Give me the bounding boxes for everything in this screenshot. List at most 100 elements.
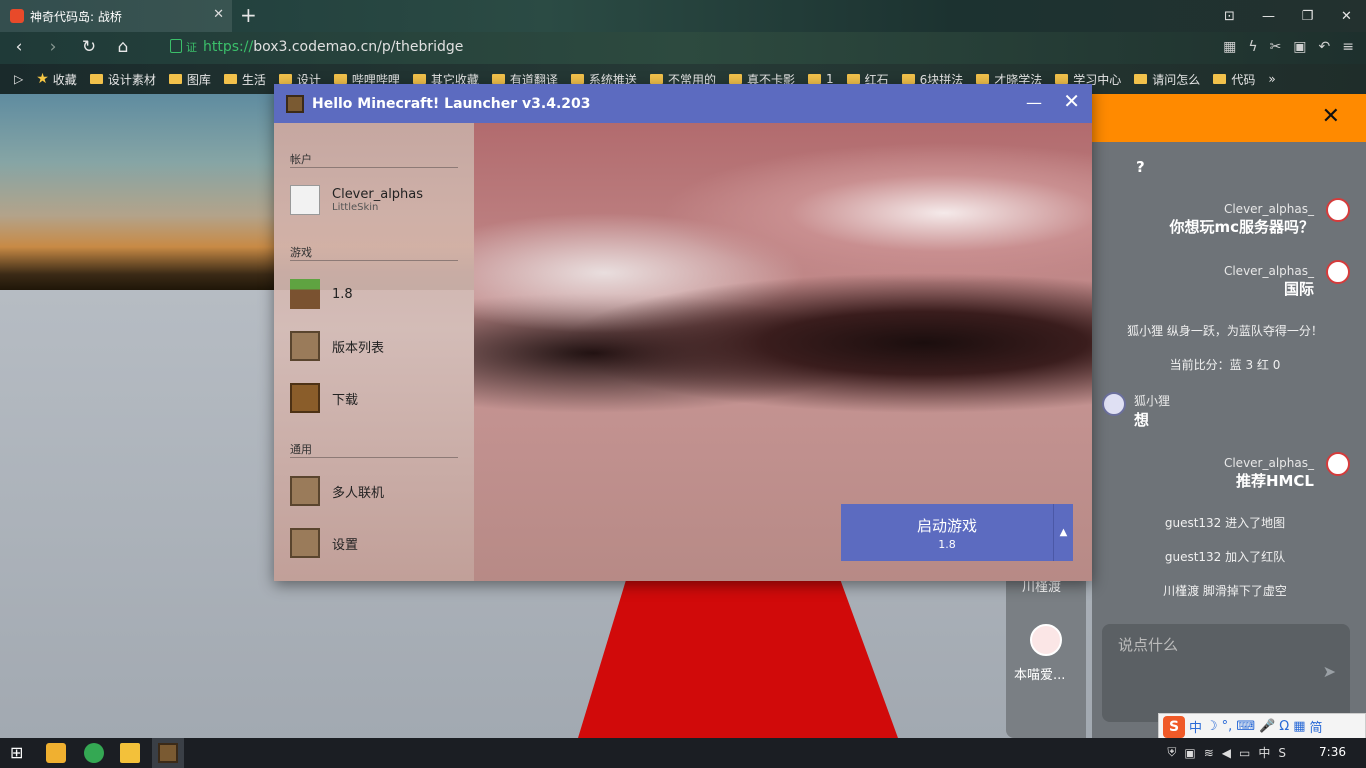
tray-app-icon[interactable]: ▣ [1184, 746, 1195, 760]
address-bar: ‹ › ↻ ⌂ 证 https://box3.codemao.cn/p/thebr… [0, 32, 1366, 64]
version-list-label: 版本列表 [332, 340, 385, 356]
input-language-indicator[interactable]: 中 [1258, 744, 1270, 761]
file-explorer-icon[interactable] [120, 743, 140, 763]
section-general-label: 通用 [290, 443, 312, 456]
chat-message: Clever_alphas_ 国际 [1092, 260, 1350, 299]
star-icon: ★ [36, 71, 49, 87]
maximize-button[interactable]: ❐ [1288, 0, 1327, 32]
launcher-minimize-button[interactable]: — [1026, 93, 1042, 112]
chat-message-text: ? [1136, 158, 1145, 176]
wifi-icon[interactable]: ≋ [1204, 746, 1214, 760]
ime-simplified-mode[interactable]: 简 [1310, 717, 1323, 736]
url-path: box3.codemao.cn/p/thebridge [253, 39, 464, 55]
command-block-icon [290, 476, 320, 506]
windows-start-icon[interactable]: ⊞ [10, 743, 30, 763]
chat-message-text: 你想玩mc服务器吗？ [1169, 218, 1314, 236]
ime-omega-icon[interactable]: Ω [1279, 719, 1289, 734]
apps-icon[interactable]: ▣ [1293, 39, 1306, 55]
menu-icon[interactable]: ≡ [1342, 39, 1354, 55]
bookmark-item[interactable]: 请问怎么 [1134, 71, 1200, 88]
folder-icon [278, 74, 292, 84]
launch-main[interactable]: 启动游戏 1.8 [841, 504, 1053, 561]
section-account-label: 帐户 [290, 153, 312, 166]
clock[interactable]: 7:36 [1319, 745, 1346, 759]
bookmark-item[interactable]: 生活 [223, 71, 266, 88]
bookmarks-toggle-icon[interactable]: ▷ [14, 72, 23, 86]
chat-input-placeholder: 说点什么 [1118, 636, 1179, 654]
browser-app-icon[interactable] [84, 743, 104, 763]
bookmark-item[interactable]: 图库 [168, 71, 211, 88]
score-message: 当前比分：蓝 3 红 0 [1169, 358, 1281, 372]
reload-icon[interactable]: ↻ [78, 37, 100, 57]
browser-tab[interactable]: 神奇代码岛: 战桥 ✕ [0, 0, 232, 32]
ime-chinese-mode[interactable]: 中 [1189, 717, 1202, 736]
launcher-title: Hello Minecraft! Launcher v3.4.203 [312, 95, 591, 112]
bookmarks-more-button[interactable]: » [1268, 72, 1275, 86]
app-icon[interactable] [46, 743, 66, 763]
launch-game-button[interactable]: 启动游戏 1.8 ▲ [841, 504, 1073, 561]
minimize-button[interactable]: — [1249, 0, 1288, 32]
back-icon[interactable]: ‹ [8, 37, 30, 57]
settings-block-icon [290, 528, 320, 558]
scissors-icon[interactable]: ✂ [1270, 39, 1282, 55]
ime-microphone-icon[interactable]: 🎤 [1259, 719, 1275, 734]
bookmark-favorites[interactable]: ★ 收藏 [36, 71, 77, 88]
taskbar: ⊞ ⛨ ▣ ≋ ◀ ▭ 中 S 7:36 [0, 738, 1366, 768]
sogou-ime-icon[interactable]: S [1163, 715, 1185, 738]
launch-label: 启动游戏 [916, 516, 977, 535]
url-field[interactable]: 证 https://box3.codemao.cn/p/thebridge [170, 39, 463, 55]
multiplayer-item[interactable]: 多人联机 [290, 476, 384, 506]
user-avatar[interactable] [1326, 260, 1350, 284]
certificate-icon [170, 39, 182, 53]
close-window-button[interactable]: ✕ [1327, 0, 1366, 32]
folder-icon [89, 74, 103, 84]
launcher-close-button[interactable]: ✕ [1063, 89, 1080, 113]
download-label: 下载 [332, 392, 359, 408]
account-item[interactable]: Clever_alphas LittleSkin [290, 185, 423, 215]
crafting-table-icon [286, 94, 304, 113]
chat-username: Clever_alphas_ [1223, 202, 1314, 216]
account-source: LittleSkin [332, 202, 379, 213]
tab-close-icon[interactable]: ✕ [213, 7, 224, 22]
sogou-tray-icon[interactable]: S [1278, 746, 1286, 760]
chest-icon [290, 383, 320, 413]
folder-icon [1213, 74, 1227, 84]
lightning-icon[interactable]: ϟ [1248, 39, 1257, 55]
folder-icon [333, 74, 347, 84]
folder-icon [223, 74, 237, 84]
chat-message: 狐小狸 想 [1102, 392, 1360, 430]
home-icon[interactable]: ⌂ [112, 37, 134, 57]
version-list-item[interactable]: 版本列表 [290, 331, 384, 361]
settings-item[interactable]: 设置 [290, 528, 358, 558]
forward-icon[interactable]: › [42, 37, 64, 57]
user-avatar[interactable] [1326, 198, 1350, 222]
shield-icon[interactable]: ⛨ [1167, 745, 1176, 760]
user-avatar[interactable] [1326, 452, 1350, 476]
download-item[interactable]: 下载 [290, 383, 358, 413]
launcher-titlebar[interactable]: Hello Minecraft! Launcher v3.4.203 — ✕ [274, 84, 1092, 123]
skin-icon[interactable]: ⊡ [1210, 0, 1249, 32]
bookmark-item[interactable]: 设计素材 [89, 71, 156, 88]
launch-dropdown-arrow-icon[interactable]: ▲ [1053, 504, 1073, 561]
player-avatar[interactable] [1030, 624, 1062, 656]
folder-icon [901, 74, 915, 84]
folder-icon [1055, 74, 1069, 84]
qr-code-icon[interactable]: ▦ [1223, 39, 1236, 55]
ime-moon-icon[interactable]: ☽ [1206, 719, 1218, 734]
new-tab-button[interactable]: + [240, 4, 257, 26]
battery-icon[interactable]: ▭ [1239, 746, 1250, 760]
chat-input[interactable]: 说点什么 ➤ [1102, 624, 1350, 722]
folder-icon [491, 74, 505, 84]
game-version-item[interactable]: 1.8 [290, 279, 353, 309]
send-icon[interactable]: ➤ [1323, 662, 1336, 681]
chat-close-icon[interactable]: ✕ [1322, 104, 1340, 129]
ime-punctuation-icon[interactable]: °, [1222, 719, 1233, 734]
ime-keyboard-icon[interactable]: ⌨ [1236, 719, 1255, 734]
launcher-sidebar: 帐户 Clever_alphas LittleSkin 游戏 1.8 版本列表 … [274, 123, 474, 581]
undo-icon[interactable]: ↶ [1319, 39, 1331, 55]
volume-icon[interactable]: ◀ [1222, 746, 1231, 760]
folder-icon [168, 74, 182, 84]
ime-grid-icon[interactable]: ▦ [1293, 719, 1305, 734]
bookmark-item[interactable]: 代码 [1213, 71, 1255, 88]
user-avatar[interactable] [1102, 392, 1126, 416]
